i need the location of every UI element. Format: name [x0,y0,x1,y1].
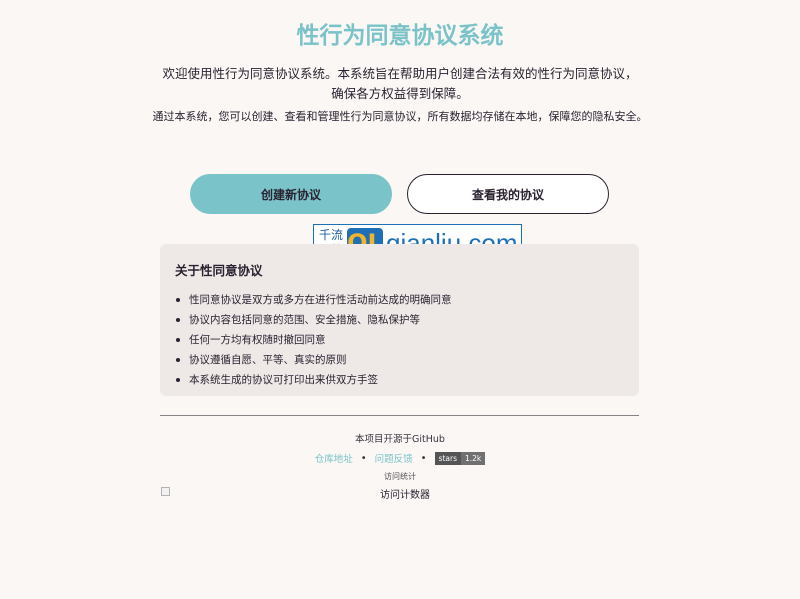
watermark-cn-line1: 千流 [318,228,343,242]
issues-link[interactable]: 问题反馈 [375,451,413,465]
badge-value: 1.2k [461,451,486,465]
footer-divider [160,415,639,416]
visit-counter-alt: 访问计数器 [380,490,430,501]
intro-text: 欢迎使用性行为同意协议系统。本系统旨在帮助用户创建合法有效的性行为同意协议，确保… [162,66,638,101]
about-panel: 关于性同意协议 性同意协议是双方或多方在进行性活动前达成的明确同意 协议内容包括… [160,244,639,396]
view-agreements-button[interactable]: 查看我的协议 [407,174,609,214]
footer-separator: • [420,452,427,464]
badge-label: stars [434,451,461,465]
about-item: 协议遵循自愿、平等、真实的原则 [175,350,624,370]
intro-subtext: 通过本系统，您可以创建、查看和管理性行为同意协议，所有数据均存储在本地，保障您的… [152,110,648,123]
page-title: 性行为同意协议系统 [296,23,504,49]
create-agreement-button[interactable]: 创建新协议 [190,174,392,214]
footer-source-text: 本项目开源于GitHub [355,434,445,445]
about-item: 性同意协议是双方或多方在进行性活动前达成的明确同意 [175,290,624,310]
footer-links: 仓库地址 • 问题反馈 • stars 1.2k [0,451,800,465]
visits-label: 访问统计 [384,472,416,481]
about-item: 本系统生成的协议可打印出来供双方手签 [175,370,624,390]
about-item: 任何一方均有权随时撤回同意 [175,330,624,350]
about-list: 性同意协议是双方或多方在进行性活动前达成的明确同意 协议内容包括同意的范围、安全… [175,290,624,390]
about-title: 关于性同意协议 [175,263,263,278]
repo-link[interactable]: 仓库地址 [315,451,353,465]
github-stars-badge[interactable]: stars 1.2k [434,451,486,465]
about-item: 协议内容包括同意的范围、安全措施、隐私保护等 [175,310,624,330]
footer-separator: • [360,452,367,464]
